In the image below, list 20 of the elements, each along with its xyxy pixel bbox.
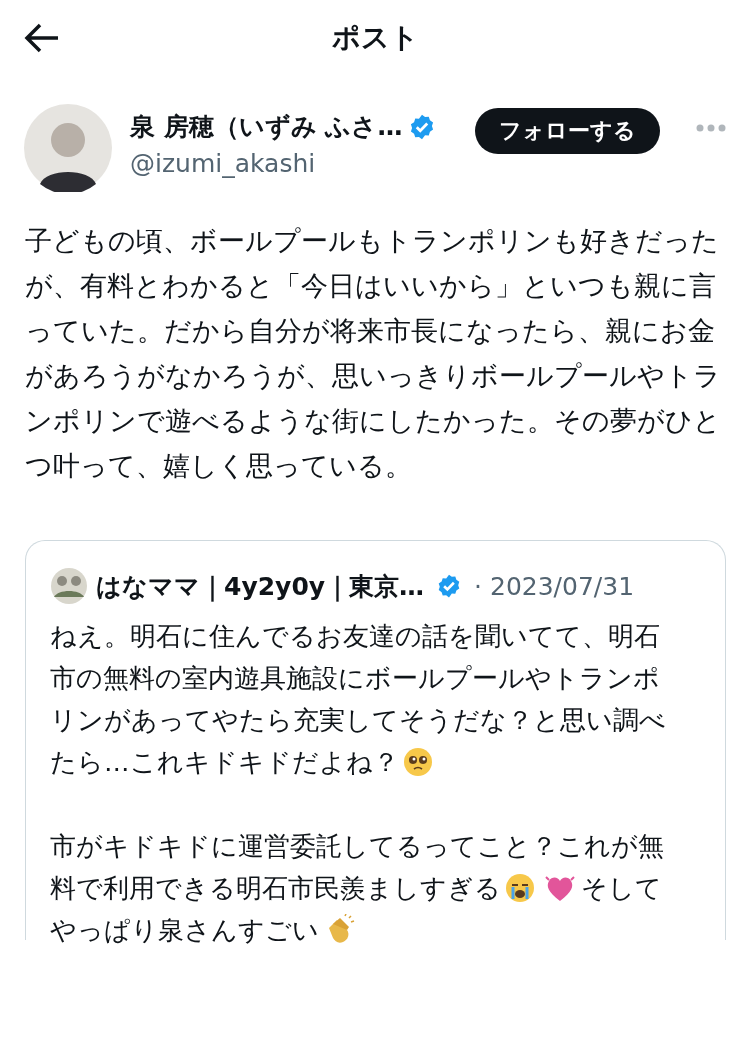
quote-text: 市がキドキドに運営委託してるってこと？これが無	[50, 830, 664, 863]
quote-author-name[interactable]: はなママ｜4y2y0y｜東京…	[96, 569, 425, 603]
back-arrow-icon[interactable]	[24, 22, 60, 54]
page-title: ポスト	[331, 20, 419, 56]
quote-text: たら…これキドキドだよね？	[50, 746, 399, 779]
follow-button[interactable]: フォローする	[475, 108, 660, 154]
quote-text: ねえ。明石に住んでるお友達の話を聞いてて、明石	[50, 620, 660, 653]
quote-text: リンがあってやたら充実してそうだな？と思い調べ	[50, 704, 666, 737]
pleading-face-icon	[402, 747, 433, 777]
author-name[interactable]: 泉 房穂（いずみ ふさ…	[130, 110, 403, 143]
author-handle[interactable]: @izumi_akashi	[130, 149, 457, 178]
crying-face-icon	[505, 873, 535, 903]
quote-text: やっぱり泉さんすごい	[50, 914, 319, 947]
quote-text: そして	[581, 872, 662, 905]
quote-text: 料で利用できる明石市民羨ましすぎる	[50, 872, 501, 905]
quote-text: 市の無料の室内遊具施設にボールプールやトランポ	[50, 662, 660, 695]
post-text: 子どもの頃、ボールプールもトランポリンも好きだったが、有料とわかると「今日はいいから」といつも親に言っていた。だから自分が将来市長になったら、親にお金があろうがなかろうが、思いっきりボールプールやトランポリンで遊べるような街にしたかった。その夢がひとつ叶って、嬉しく思っている。	[25, 224, 722, 483]
avatar[interactable]	[24, 104, 112, 192]
quote-avatar[interactable]	[50, 567, 88, 605]
quote-date: · 2023/07/31	[474, 571, 635, 601]
